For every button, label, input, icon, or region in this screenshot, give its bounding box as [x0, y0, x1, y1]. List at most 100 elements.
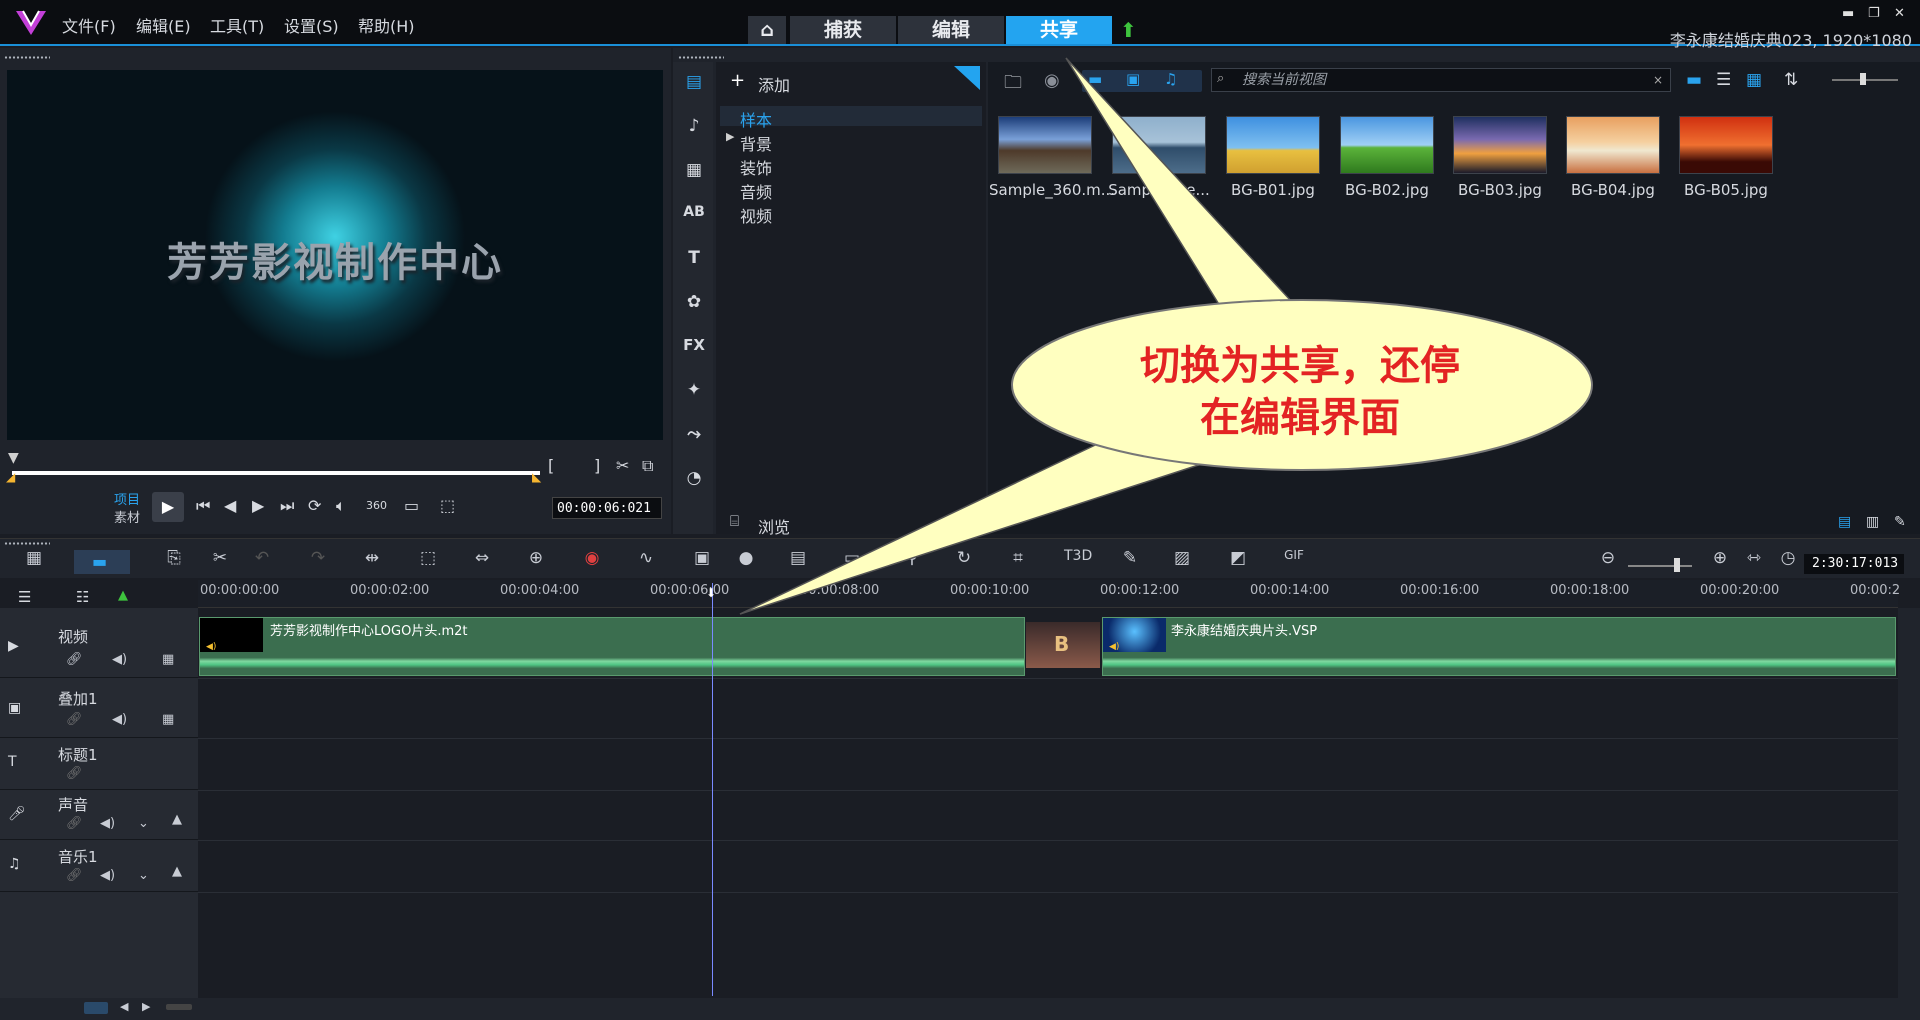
loop-icon[interactable]: ↻ [952, 548, 976, 570]
grid-icon[interactable]: ▦ [162, 652, 174, 667]
horizontal-scrollbar[interactable] [166, 1004, 192, 1010]
expand-up-icon[interactable]: ▲ [172, 864, 182, 879]
vertical-scrollbar[interactable] [1898, 608, 1920, 998]
play-button[interactable]: ▶ [152, 492, 184, 522]
scissors-icon[interactable]: ✂ [616, 456, 629, 475]
thumb-sample-360[interactable] [998, 116, 1092, 174]
gif-icon[interactable]: GIF [1282, 548, 1306, 570]
filter-video-icon[interactable]: ▬ [1088, 70, 1102, 88]
panel-grip[interactable] [4, 56, 50, 59]
filter-photo-icon[interactable]: ▣ [1126, 70, 1140, 88]
browse-icon[interactable]: ⌸ [730, 512, 739, 530]
zoom-in-icon[interactable]: ⊕ [1708, 548, 1732, 570]
tree-item-audio[interactable]: 音频 [740, 179, 772, 203]
expand-up-icon[interactable]: ▲ [172, 812, 182, 827]
chapter-icon[interactable]: ☷ [76, 588, 89, 606]
library-panel-icon[interactable]: ▤ [1838, 514, 1851, 530]
track-list-icon[interactable]: ☰ [18, 588, 31, 606]
thumb-bg-b01[interactable] [1226, 116, 1320, 174]
filter-audio-icon[interactable]: ♫ [1164, 70, 1177, 88]
menu-file[interactable]: 文件(F) [62, 13, 116, 37]
split-icon[interactable]: ⇔ [470, 548, 494, 570]
color-icon[interactable]: ◉ [580, 548, 604, 570]
add-icon[interactable]: + [730, 70, 745, 91]
timeline-ruler[interactable] [198, 580, 1898, 608]
link-icon[interactable]: 🔗︎ [66, 816, 83, 831]
scroll-left-icon[interactable]: ◀ [120, 1000, 128, 1013]
aspect-icon[interactable]: ▭ [404, 496, 419, 515]
graphics-icon[interactable]: ✿ [682, 292, 706, 316]
media-library-icon[interactable]: ▤ [682, 72, 706, 96]
undo-icon[interactable]: ↶ [250, 548, 274, 570]
fullscreen-icon[interactable]: ⬚ [440, 496, 455, 515]
tree-item-backgrounds[interactable]: 背景 [740, 131, 772, 155]
thumb-bg-b05[interactable] [1679, 116, 1773, 174]
crop-icon[interactable]: ⬚ [416, 548, 440, 570]
ab-transition-icon[interactable]: AB [682, 204, 706, 228]
add-folder-button[interactable]: 添加 [758, 72, 790, 96]
track-header-title[interactable]: T 标题1 🔗︎ [0, 740, 198, 790]
transition-thumbnail[interactable]: B [1026, 622, 1100, 668]
thumb-bg-b02[interactable] [1340, 116, 1434, 174]
link-icon[interactable]: 🔗︎ [66, 868, 83, 883]
prev-frame-icon[interactable]: ◀ [224, 496, 236, 515]
tab-share[interactable]: 共享 [1006, 16, 1112, 44]
mark-in-handle[interactable]: ◢ [6, 470, 15, 484]
pin-icon[interactable] [954, 66, 980, 90]
fit-icon[interactable]: ⇹ [360, 548, 384, 570]
mute-icon[interactable]: ◀) [112, 712, 127, 727]
search-input[interactable]: 搜索当前视图 [1211, 68, 1671, 92]
multicam-icon[interactable]: ▣ [690, 548, 714, 570]
menu-help[interactable]: 帮助(H) [358, 13, 415, 37]
subtitle-icon[interactable]: ▤ [786, 548, 810, 570]
record-icon[interactable]: ◉ [1044, 70, 1060, 91]
zoom-slider-handle[interactable] [1674, 558, 1680, 572]
3d-title-icon[interactable]: T3D [1064, 548, 1092, 570]
track-header-music[interactable]: ♫ 音乐1 🔗︎ ◀) ⌄ ▲ [0, 842, 198, 892]
mark-out-handle[interactable]: ◣ [532, 470, 541, 484]
tree-item-video[interactable]: 视频 [740, 203, 772, 227]
view-grid-icon[interactable]: ▦ [1746, 70, 1762, 90]
video-clip-logo[interactable]: ◀) 芳芳影视制作中心LOGO片头.m2t [199, 617, 1025, 676]
menu-settings[interactable]: 设置(S) [284, 13, 339, 37]
expand-arrow-icon[interactable]: ▶ [726, 130, 734, 143]
close-icon[interactable]: ✕ [1894, 6, 1905, 21]
restore-icon[interactable]: ❐ [1868, 6, 1880, 21]
trim-marker-icon[interactable]: ▼ [8, 450, 19, 466]
go-to-end-icon[interactable]: ⏭ [280, 496, 294, 516]
grid-icon[interactable]: ▦ [162, 712, 174, 727]
zoom-slider[interactable] [1628, 565, 1692, 567]
motion-icon[interactable]: ⚲ [900, 548, 924, 570]
title-icon[interactable]: T [682, 248, 706, 272]
go-to-start-icon[interactable]: ⏮ [196, 496, 210, 516]
view-list-icon[interactable]: ☰ [1716, 70, 1731, 90]
mark-in-icon[interactable]: [ [548, 456, 554, 475]
track-header-voice[interactable]: 🎤︎ 声音 🔗︎ ◀) ⌄ ▲ [0, 792, 198, 840]
edit-panel-icon[interactable]: ✎ [1894, 514, 1906, 530]
track-header-overlay[interactable]: ▣ 叠加1 🔗︎ ◀) ▦ [0, 680, 198, 738]
chevron-down-icon[interactable]: ⌄ [138, 868, 149, 883]
track-header-video[interactable]: ▶ 视频 🔗︎ ◀) ▦ [0, 616, 198, 678]
tab-edit[interactable]: 编辑 [898, 16, 1004, 44]
link-icon[interactable]: 🔗︎ [66, 766, 83, 781]
speed-gauge-icon[interactable]: ◔ [682, 468, 706, 492]
add-marker-icon[interactable]: ▲ [118, 588, 128, 603]
view-thumbnail-icon[interactable]: ▬ [1686, 70, 1702, 90]
minimize-icon[interactable]: ▬ [1842, 6, 1854, 21]
record-screen-icon[interactable]: ▭ [840, 548, 864, 570]
repeat-icon[interactable]: ⟳ [308, 496, 321, 515]
browse-button[interactable]: 浏览 [758, 514, 790, 538]
tree-item-decorations[interactable]: 装饰 [740, 155, 772, 179]
transition-icon[interactable]: ▦ [682, 160, 706, 184]
options-panel-icon[interactable]: ▥ [1866, 514, 1879, 530]
panel-grip[interactable] [678, 56, 724, 59]
preview-timecode[interactable]: 00:00:06:021 [552, 497, 662, 519]
project-mode-label[interactable]: 项目 [114, 489, 140, 508]
mute-icon[interactable]: ◀) [100, 816, 115, 831]
stabilize-icon[interactable]: ▨ [1170, 548, 1194, 570]
timeline-view-button[interactable]: ▬ [74, 550, 130, 574]
next-frame-icon[interactable]: ▶ [252, 496, 264, 515]
paint-icon[interactable]: ✎ [1118, 548, 1142, 570]
mute-icon[interactable]: ◀) [112, 652, 127, 667]
mute-icon[interactable]: ◀) [100, 868, 115, 883]
